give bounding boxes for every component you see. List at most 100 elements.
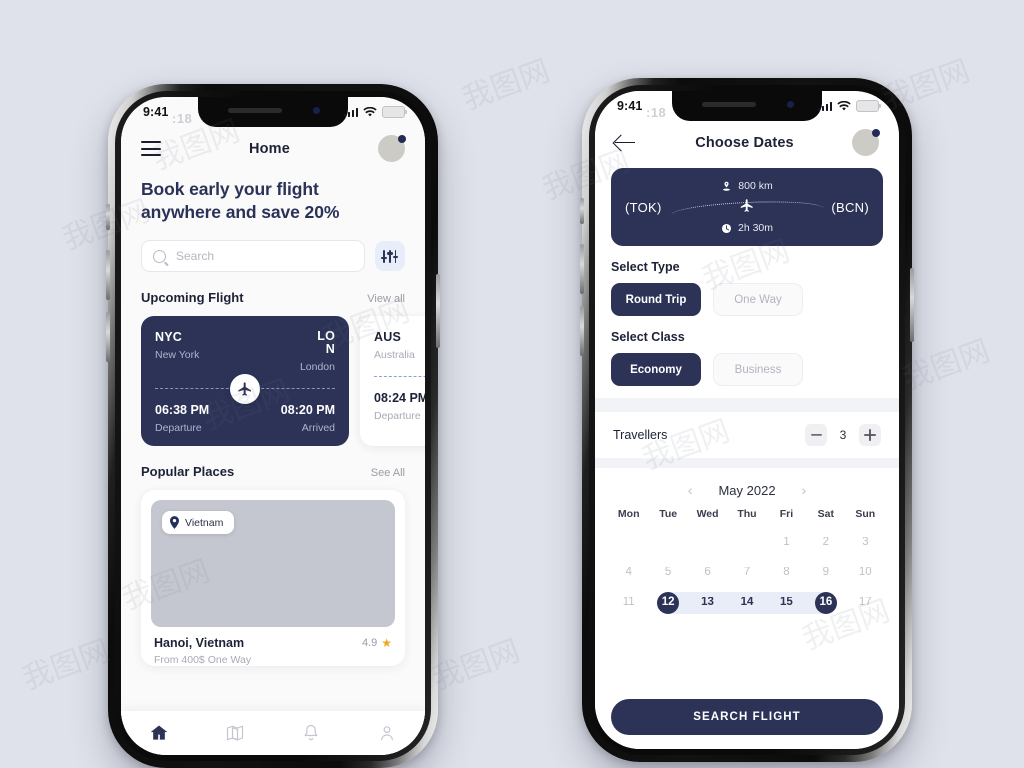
- chevron-right-icon[interactable]: ›: [802, 482, 807, 498]
- volume-up-button[interactable]: [580, 244, 584, 294]
- increment-travellers-button[interactable]: [859, 424, 881, 446]
- flight-origin: NYC New York: [155, 330, 199, 361]
- calendar-day-1[interactable]: 1: [767, 532, 806, 554]
- duration-row: 2h 30m: [625, 222, 869, 234]
- chevron-left-icon[interactable]: ‹: [688, 482, 693, 498]
- location-pin-icon: [170, 516, 179, 530]
- tab-profile[interactable]: [376, 722, 398, 744]
- search-flight-button[interactable]: SEARCH FLIGHT: [611, 699, 883, 735]
- calendar-day-label: 6: [704, 567, 711, 579]
- origin-code: NYC: [155, 330, 182, 345]
- class-option-business[interactable]: Business: [713, 353, 803, 386]
- volume-up-button[interactable]: [106, 250, 110, 300]
- calendar-day-6[interactable]: 6: [688, 562, 727, 584]
- filter-button[interactable]: [375, 241, 405, 272]
- flight-path: [374, 376, 425, 378]
- calendar-day-label: 12: [657, 592, 680, 614]
- calendar-dow-tue: Tue: [659, 508, 678, 520]
- tab-notifications[interactable]: [300, 722, 322, 744]
- flight-card[interactable]: AUS Australia 08:24 PM Departure: [360, 316, 425, 447]
- flight-card[interactable]: NYC New York LON London 06:38 PM Departu…: [141, 316, 349, 447]
- place-rating: 4.9 ★: [362, 636, 392, 650]
- battery-icon: [856, 99, 882, 113]
- place-country-badge: Vietnam: [162, 511, 235, 535]
- volume-down-button[interactable]: [580, 306, 584, 356]
- popular-places-header: Popular Places See All: [121, 446, 425, 479]
- power-button[interactable]: [910, 268, 914, 342]
- arrival-label: Arrived: [301, 422, 335, 435]
- calendar-day-13[interactable]: 13: [687, 592, 728, 614]
- departure-time: 08:24 PM: [374, 391, 425, 406]
- tab-map[interactable]: [224, 722, 246, 744]
- star-icon: ★: [381, 636, 392, 651]
- calendar-day-9[interactable]: 9: [806, 562, 845, 584]
- calendar-dow-sat: Sat: [817, 508, 835, 520]
- calendar-day-label: 5: [664, 567, 672, 579]
- calendar-day-17[interactable]: 17: [846, 592, 885, 614]
- place-meta: Hanoi, Vietnam 4.9 ★: [151, 627, 395, 650]
- select-type-heading: Select Type: [611, 260, 680, 274]
- place-price: From 400$ One Way: [154, 654, 252, 667]
- destination-code: (BCN): [831, 199, 869, 215]
- calendar: ‹ May 2022 › Mon Tue Wed Thu Fri Sat Sun 1 2 3 4 5 6…: [595, 468, 899, 689]
- calendar-dow-fri: Fri: [779, 508, 794, 520]
- cellular-signal-icon: [817, 101, 832, 111]
- rating-value: 4.9: [361, 637, 378, 650]
- place-name: Hanoi, Vietnam: [154, 636, 245, 651]
- select-type-options: Round Trip One Way: [595, 283, 899, 316]
- silent-switch[interactable]: [106, 204, 110, 230]
- calendar-dow-thu: Thu: [737, 508, 757, 520]
- back-arrow-icon[interactable]: [615, 134, 637, 152]
- calendar-day-16[interactable]: 16: [806, 592, 846, 614]
- calendar-day-label: 1: [783, 537, 790, 549]
- tab-home[interactable]: [148, 722, 170, 744]
- wifi-icon: [837, 100, 851, 111]
- decrement-travellers-button[interactable]: [805, 424, 827, 446]
- class-option-economy[interactable]: Economy: [611, 353, 701, 386]
- distance-row: 800 km: [625, 180, 869, 192]
- calendar-month-label: May 2022: [718, 482, 776, 498]
- place-card[interactable]: Vietnam Hanoi, Vietnam 4.9 ★ From 400$ O…: [141, 490, 405, 667]
- power-button[interactable]: [436, 274, 440, 348]
- calendar-day-14[interactable]: 14: [727, 592, 767, 614]
- arrival-block: 08:20 PM Arrived: [281, 403, 335, 434]
- calendar-day-4[interactable]: 4: [609, 562, 648, 584]
- clock-icon: [721, 223, 732, 233]
- search-box[interactable]: [141, 240, 365, 273]
- hero-line-2: anywhere and save 20%: [141, 202, 340, 223]
- calendar-day-15[interactable]: 15: [766, 592, 807, 614]
- type-option-one-way[interactable]: One Way: [713, 283, 803, 316]
- destination-city: London: [299, 361, 335, 374]
- wifi-icon: [363, 106, 377, 117]
- search-icon: [153, 249, 166, 263]
- calendar-day-empty: [648, 532, 687, 554]
- avatar[interactable]: [852, 129, 880, 156]
- type-option-round-trip[interactable]: Round Trip: [611, 283, 701, 316]
- departure-block: 06:38 PM Departure: [155, 403, 209, 434]
- calendar-day-2[interactable]: 2: [806, 532, 845, 554]
- calendar-day-3[interactable]: 3: [846, 532, 885, 554]
- flight-times: 06:38 PM Departure 08:20 PM Arrived: [155, 403, 335, 434]
- calendar-day-7[interactable]: 7: [727, 562, 766, 584]
- status-time: 9:41: [617, 99, 643, 113]
- flight-origin: AUS Australia: [374, 330, 425, 361]
- calendar-day-12[interactable]: 12: [648, 592, 688, 614]
- view-all-link[interactable]: View all: [367, 293, 405, 305]
- route-banner: 800 km (TOK) (BCN) 2h 30m: [611, 168, 883, 246]
- calendar-day-5[interactable]: 5: [648, 562, 687, 584]
- page-title: Home: [249, 140, 290, 157]
- avatar[interactable]: [377, 135, 406, 162]
- silent-switch[interactable]: [580, 198, 584, 224]
- calendar-day-10[interactable]: 10: [846, 562, 885, 584]
- calendar-day-11[interactable]: 11: [609, 592, 648, 614]
- calendar-day-label: 13: [701, 597, 714, 609]
- bell-icon: [304, 724, 318, 741]
- calendar-day-label: 10: [858, 567, 872, 579]
- search-input[interactable]: [174, 248, 353, 265]
- calendar-day-8[interactable]: 8: [767, 562, 806, 584]
- hamburger-menu-icon[interactable]: [141, 141, 161, 156]
- calendar-day-label: 15: [780, 597, 793, 609]
- phone-device-right: 9:41 Choose Dates 800 km (TOK) (BCN) 2h …: [580, 78, 914, 762]
- volume-down-button[interactable]: [106, 312, 110, 362]
- see-all-link[interactable]: See All: [371, 467, 405, 479]
